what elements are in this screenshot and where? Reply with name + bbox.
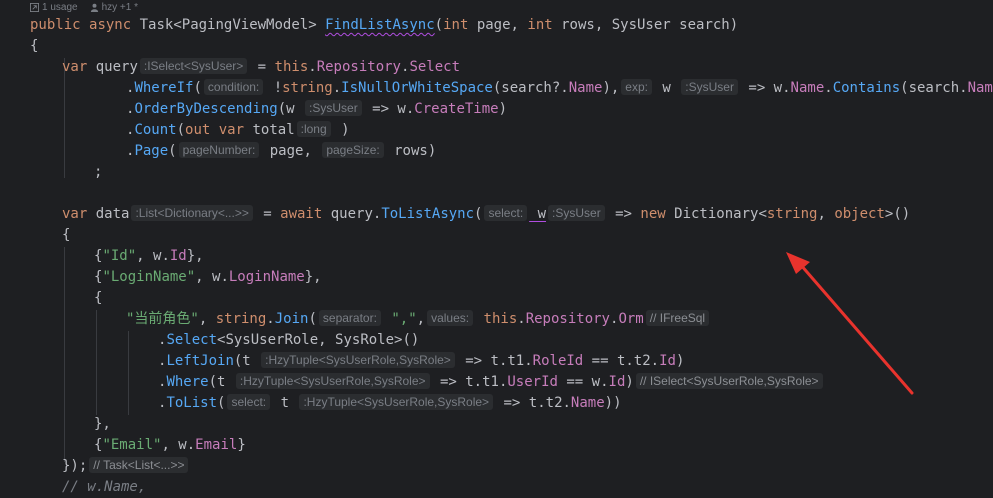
code-line-12[interactable]: {"Id", w.Id}, (94, 246, 204, 267)
param-hint: pageNumber: (178, 142, 260, 158)
type-hint: :SysUser (305, 100, 362, 116)
code-line-6[interactable]: .Count(out var total:long ) (126, 120, 350, 141)
code-line-8[interactable]: ; (94, 162, 102, 183)
param-hint: select: (484, 205, 528, 221)
type-hint: // Task<List<...>> (89, 457, 189, 473)
code-line-19[interactable]: .ToList(select: t :HzyTuple<SysUserRole,… (158, 393, 622, 414)
type-hint: :SysUser (548, 205, 605, 221)
usages-label: 1 usage (42, 1, 78, 13)
code-vision-meta: 1 usage hzy +1 * (30, 0, 138, 14)
code-line-21[interactable]: {"Email", w.Email} (94, 435, 246, 456)
code-line-7[interactable]: .Page(pageNumber: page, pageSize: rows) (126, 141, 436, 162)
indent-guide (128, 331, 129, 415)
param-hint: separator: (318, 310, 381, 326)
code-line-16[interactable]: .Select<SysUserRole, SysRole>() (158, 330, 419, 351)
code-line-5[interactable]: .OrderByDescending(w :SysUser => w.Creat… (126, 99, 507, 120)
type-hint: :ISelect<SysUser> (139, 58, 248, 74)
usages-link[interactable]: 1 usage (30, 2, 78, 13)
code-line-18[interactable]: .Where(t :HzyTuple<SysUserRole,SysRole> … (158, 372, 825, 393)
param-hint: condition: (203, 79, 264, 95)
type-hint: // ISelect<SysUserRole,SysRole> (635, 373, 823, 389)
author-label: hzy +1 * (101, 1, 139, 13)
external-link-icon (30, 2, 39, 12)
param-hint: select: (227, 394, 271, 410)
type-hint: :SysUser (681, 79, 738, 95)
code-line-15[interactable]: "当前角色", string.Join(separator: ",", value… (126, 309, 711, 330)
param-hint: exp: (621, 79, 652, 95)
type-hint: :HzyTuple<SysUserRole,SysRole> (261, 352, 455, 368)
code-line-4[interactable]: .WhereIf(condition: !string.IsNullOrWhit… (126, 78, 993, 99)
code-line-1[interactable]: public async Task<PagingViewModel> FindL… (30, 15, 738, 36)
code-line-17[interactable]: .LeftJoin(t :HzyTuple<SysUserRole,SysRol… (158, 351, 684, 372)
type-hint: :long (296, 121, 331, 137)
code-line-23[interactable]: // w.Name, (62, 477, 146, 498)
author-link[interactable]: hzy +1 * (90, 2, 138, 13)
param-hint: pageSize: (322, 142, 384, 158)
indent-guide (64, 247, 65, 462)
code-line-2[interactable]: { (30, 36, 38, 57)
indent-guide (96, 310, 97, 415)
code-line-10[interactable]: var data:List<Dictionary<...>> = await q… (62, 204, 910, 225)
type-hint: // IFreeSql (645, 310, 710, 326)
param-hint: values: (427, 310, 474, 326)
code-line-3[interactable]: var query:ISelect<SysUser> = this.Reposi… (62, 57, 460, 78)
type-hint: :HzyTuple<SysUserRole,SysRole> (235, 373, 430, 389)
type-hint: :List<Dictionary<...>> (131, 205, 253, 221)
code-line-22[interactable]: });// Task<List<...>> (62, 456, 190, 477)
code-line-20[interactable]: }, (94, 414, 111, 435)
code-line-11[interactable]: { (62, 225, 70, 246)
code-line-13[interactable]: {"LoginName", w.LoginName}, (94, 267, 322, 288)
code-line-14[interactable]: { (94, 288, 102, 309)
type-hint: :HzyTuple<SysUserRole,SysRole> (299, 394, 494, 410)
user-icon (90, 3, 98, 12)
